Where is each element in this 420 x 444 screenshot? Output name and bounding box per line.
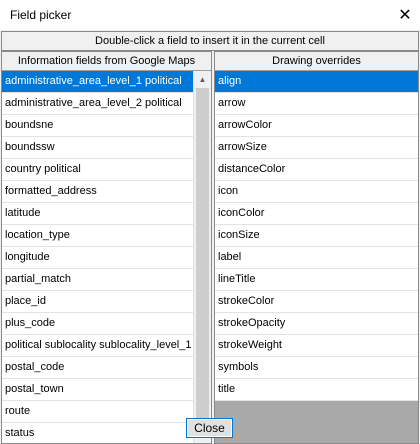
google-field-list-item[interactable]: boundsne xyxy=(2,115,194,137)
google-field-list-item[interactable]: administrative_area_level_2 political xyxy=(2,93,194,115)
google-field-list-item[interactable]: country political xyxy=(2,159,194,181)
left-list-scrollbar[interactable]: ▲ xyxy=(193,71,211,443)
scroll-thumb[interactable] xyxy=(196,88,209,428)
google-field-list-item[interactable]: boundssw xyxy=(2,137,194,159)
drawing-override-list-item[interactable]: symbols xyxy=(215,357,418,379)
drawing-override-list-item[interactable]: lineTitle xyxy=(215,269,418,291)
drawing-override-list-item[interactable]: icon xyxy=(215,181,418,203)
drawing-override-list-item[interactable]: strokeColor xyxy=(215,291,418,313)
drawing-overrides-panel: Drawing overrides align arrow arrowColor ar… xyxy=(214,51,419,444)
google-field-list-item[interactable]: political sublocality sublocality_level_… xyxy=(2,335,194,357)
google-maps-fields-list[interactable]: administrative_area_level_1 political adm… xyxy=(2,71,194,443)
drawing-override-list-item[interactable]: iconColor xyxy=(215,203,418,225)
drawing-override-list-item[interactable]: arrow xyxy=(215,93,418,115)
drawing-override-list-item[interactable]: strokeWeight xyxy=(215,335,418,357)
close-window-icon[interactable]: ✕ xyxy=(390,0,420,30)
google-field-list-item[interactable]: route xyxy=(2,401,194,423)
google-field-list-item[interactable]: partial_match xyxy=(2,269,194,291)
drawing-override-list-item[interactable]: arrowColor xyxy=(215,115,418,137)
drawing-override-list-item[interactable]: arrowSize xyxy=(215,137,418,159)
google-field-list-item[interactable]: formatted_address xyxy=(2,181,194,203)
title-bar: Field picker ✕ xyxy=(0,0,420,30)
window-title: Field picker xyxy=(10,8,72,22)
google-maps-fields-panel: Information fields from Google Maps admi… xyxy=(1,51,212,444)
drawing-override-list-item[interactable]: title xyxy=(215,379,418,401)
google-field-list-item[interactable]: status xyxy=(2,423,194,443)
google-field-list-item[interactable]: latitude xyxy=(2,203,194,225)
drawing-override-list-item[interactable]: strokeOpacity xyxy=(215,313,418,335)
google-field-list-item[interactable]: postal_town xyxy=(2,379,194,401)
instruction-banner: Double-click a field to insert it in the… xyxy=(1,31,419,51)
drawing-override-list-item[interactable]: iconSize xyxy=(215,225,418,247)
google-field-list-item[interactable]: location_type xyxy=(2,225,194,247)
drawing-override-list-item[interactable]: align xyxy=(215,71,418,93)
drawing-override-list-item[interactable]: label xyxy=(215,247,418,269)
google-field-list-item[interactable]: plus_code xyxy=(2,313,194,335)
drawing-overrides-header: Drawing overrides xyxy=(215,52,418,71)
close-button[interactable]: Close xyxy=(186,418,233,438)
google-field-list-item[interactable]: administrative_area_level_1 political xyxy=(2,71,194,93)
google-field-list-item[interactable]: place_id xyxy=(2,291,194,313)
google-maps-fields-header: Information fields from Google Maps xyxy=(2,52,211,71)
google-field-list-item[interactable]: longitude xyxy=(2,247,194,269)
drawing-overrides-list[interactable]: align arrow arrowColor arrowSize distanceCol… xyxy=(215,71,418,401)
scroll-up-arrow-icon[interactable]: ▲ xyxy=(194,71,211,88)
drawing-override-list-item[interactable]: distanceColor xyxy=(215,159,418,181)
google-field-list-item[interactable]: postal_code xyxy=(2,357,194,379)
